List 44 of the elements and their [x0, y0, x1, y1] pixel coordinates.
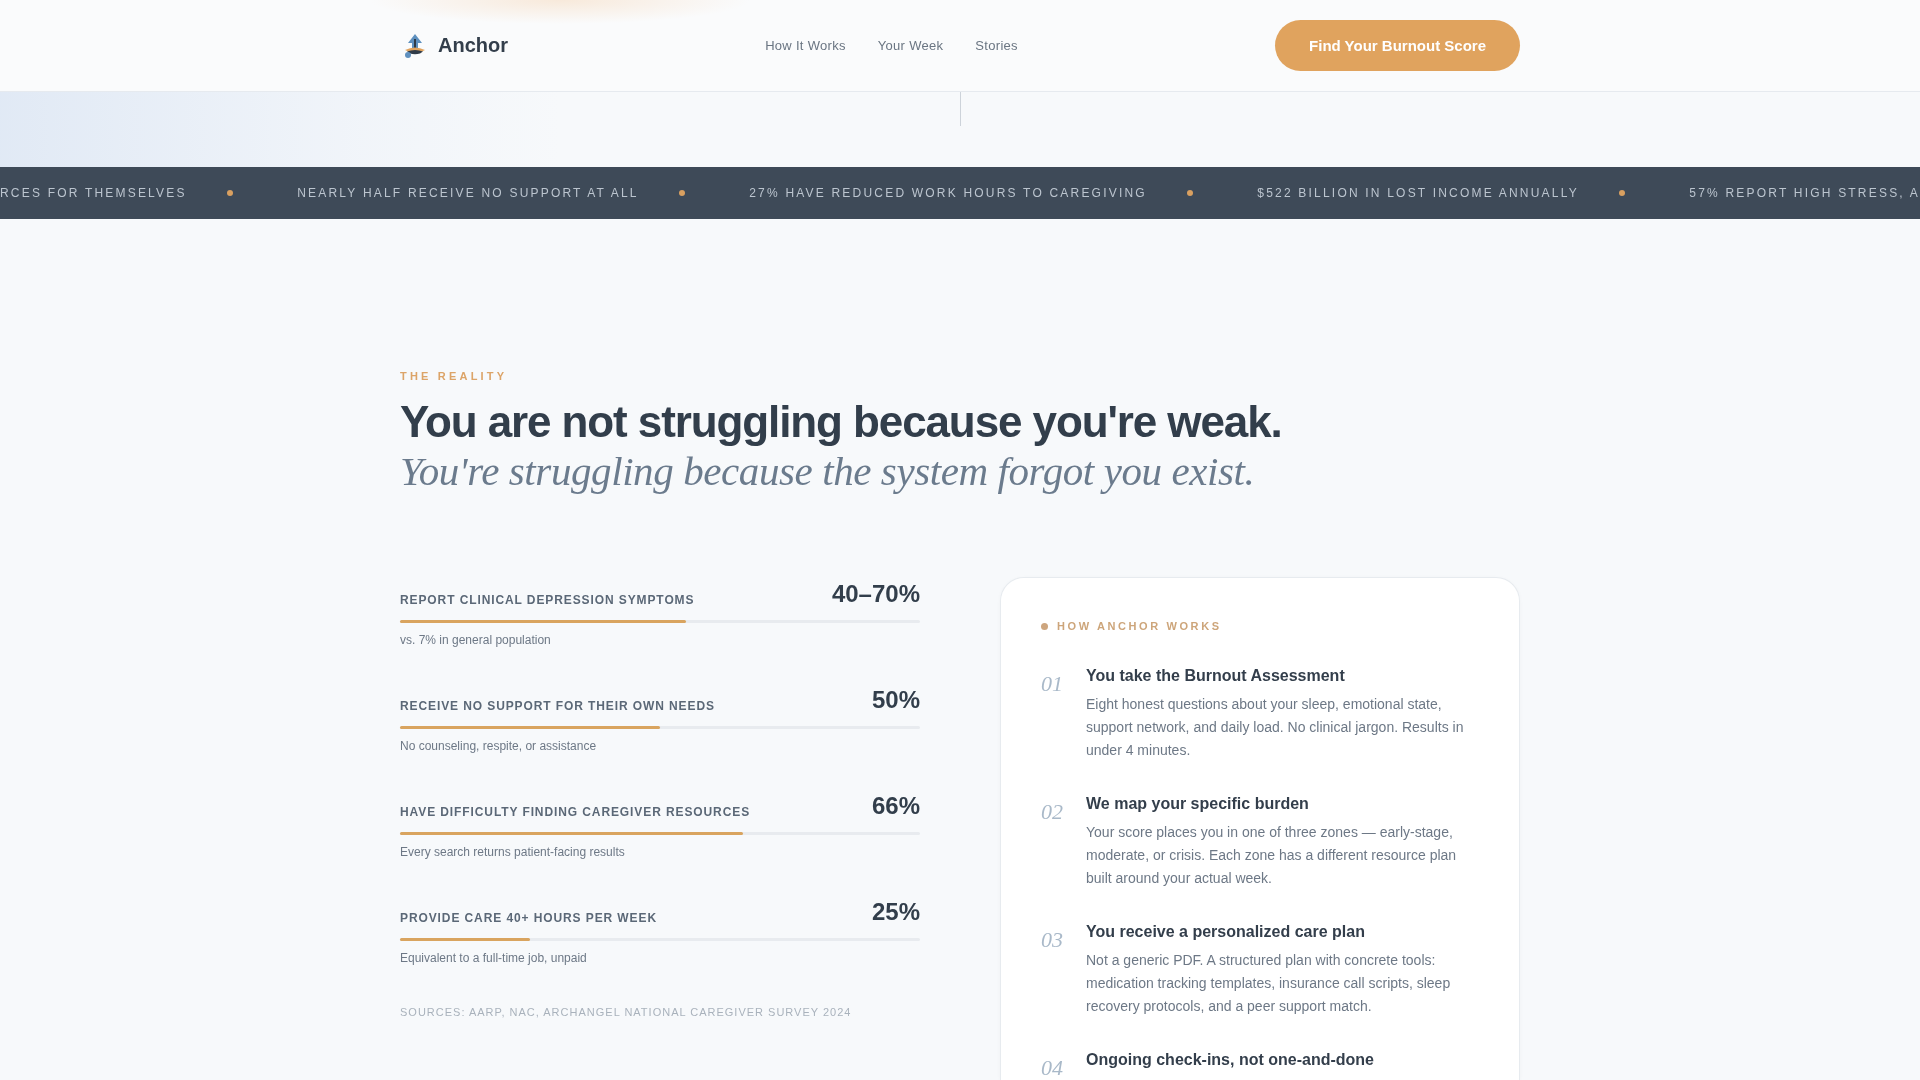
- ticker-text: $522 BILLION IN LOST INCOME ANNUALLY: [1257, 186, 1579, 200]
- stat-label: RECEIVE NO SUPPORT FOR THEIR OWN NEEDS: [400, 698, 715, 714]
- step-description: Your score places you in one of three zones — early-stage, moderate, or crisis. Each zone has a different resource plan built around your actual week.: [1086, 823, 1458, 888]
- brand-name: Anchor: [438, 34, 508, 57]
- step-number: 01: [1041, 673, 1064, 695]
- dot-icon: [1619, 190, 1626, 196]
- logo-icon: [404, 33, 426, 58]
- nav-link[interactable]: Your Week: [877, 38, 944, 53]
- stat-label: PROVIDE CARE 40+ HOURS PER WEEK: [400, 910, 657, 926]
- stat-note: Every search returns patient-facing results: [400, 845, 626, 859]
- stat-value: 40–70%: [831, 580, 920, 608]
- vertical-line: [959, 92, 961, 126]
- subheadline: You're struggling because the system forgot you exist.: [400, 447, 1256, 496]
- step-number: 02: [1041, 801, 1064, 823]
- stat-note: Equivalent to a full-time job, unpaid: [400, 951, 588, 965]
- step-number: 04: [1041, 1057, 1064, 1079]
- step-description: Not a generic PDF. A structured plan with concrete tools: medication tracking templates, insurance call scripts, sleep recovery protocols, and a peer support match.: [1086, 951, 1452, 1016]
- headline: You are not struggling because you're weak.: [400, 397, 1283, 447]
- stat-value: 66%: [871, 792, 920, 820]
- step-title: We map your specific burden: [1086, 794, 1310, 814]
- stat-label: REPORT CLINICAL DEPRESSION SYMPTOMS: [400, 592, 695, 608]
- sources-text: SOURCES: AARP, NAC, ARCHANGEL NATIONAL CAREGIVER SURVEY 2024: [400, 1005, 853, 1019]
- nav-link[interactable]: Stories: [975, 38, 1018, 53]
- dot-icon: [1041, 622, 1048, 630]
- ticker-text: 27% HAVE REDUCED WORK HOURS TO CAREGIVING: [749, 186, 1147, 200]
- nav-link[interactable]: How It Works: [765, 38, 846, 53]
- stat-label: HAVE DIFFICULTY FINDING CAREGIVER RESOURCES: [400, 804, 751, 820]
- dot-icon: [227, 190, 234, 196]
- ticker-text: RCES FOR THEMSELVES: [0, 186, 187, 200]
- step-title: Ongoing check-ins, not one-and-done: [1086, 1050, 1375, 1070]
- step-number: 03: [1041, 929, 1064, 951]
- ticker-text: NEARLY HALF RECEIVE NO SUPPORT AT ALL: [297, 186, 639, 200]
- section-eyebrow: THE REALITY: [400, 369, 509, 383]
- dot-icon: [679, 190, 686, 196]
- step-title: You receive a personalized care plan: [1086, 922, 1366, 942]
- dot-icon: [1187, 190, 1194, 196]
- stat-note: No counseling, respite, or assistance: [400, 739, 598, 753]
- card-eyebrow: HOW ANCHOR WORKS: [1057, 619, 1222, 633]
- step-title: You take the Burnout Assessment: [1086, 666, 1346, 686]
- stat-note: vs. 7% in general population: [400, 633, 552, 647]
- stat-value: 25%: [871, 898, 920, 926]
- step-description: Eight honest questions about your sleep, emotional state, support network, and daily load. No clinical jargon. Results in under 4 minutes.: [1086, 695, 1465, 760]
- ticker-text: 57% REPORT HIGH STRESS, A: [1689, 186, 1920, 200]
- stat-value: 50%: [871, 686, 920, 714]
